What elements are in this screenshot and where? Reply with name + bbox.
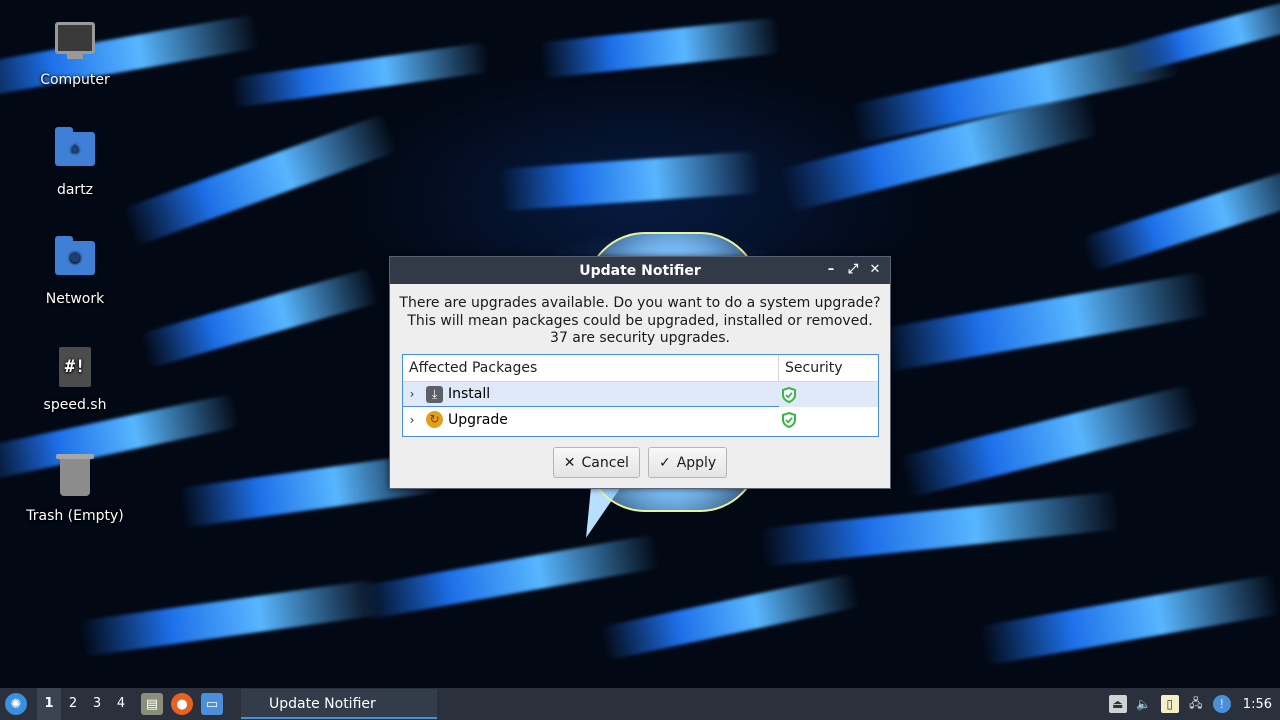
- desktop-icon: ▭: [205, 696, 219, 712]
- desktop-switch-2[interactable]: 2: [61, 688, 85, 720]
- maximize-button[interactable]: ⤢: [844, 261, 862, 279]
- file-manager-launcher[interactable]: ▤: [141, 693, 163, 715]
- task-update-notifier[interactable]: Update Notifier: [241, 689, 437, 719]
- trash-icon: [53, 454, 97, 502]
- network-folder-icon: ●: [53, 236, 97, 285]
- dialog-message: There are upgrades available. Do you wan…: [390, 284, 890, 348]
- expander-icon[interactable]: ›: [403, 413, 421, 427]
- file-manager-icon: ▤: [145, 696, 159, 712]
- dialog-title: Update Notifier: [579, 262, 701, 279]
- column-header-security[interactable]: Security: [779, 355, 878, 381]
- row-label: Upgrade: [448, 411, 508, 428]
- firefox-launcher[interactable]: ●: [171, 693, 193, 715]
- volume-icon[interactable]: 🔈: [1135, 695, 1153, 713]
- shield-check-icon: [782, 386, 796, 403]
- shell-script-icon: #!: [53, 347, 97, 391]
- close-icon: ✕: [869, 262, 881, 277]
- desktop-icon-speed-sh[interactable]: #! speed.sh: [15, 345, 135, 413]
- firefox-icon: ●: [176, 696, 188, 712]
- desktop-icon-computer[interactable]: Computer: [15, 18, 135, 88]
- message-line: This will mean packages could be upgrade…: [407, 312, 873, 329]
- cancel-label: Cancel: [581, 454, 629, 471]
- close-button[interactable]: ✕: [866, 261, 884, 279]
- desktop-icon-network[interactable]: ● Network: [15, 236, 135, 307]
- home-folder-icon: ⌂: [53, 127, 97, 176]
- upgrade-icon: ↻: [426, 411, 443, 428]
- desktop-icon-label: dartz: [56, 182, 94, 198]
- update-notification-icon[interactable]: !: [1212, 695, 1231, 713]
- close-icon: ✕: [563, 454, 576, 471]
- cancel-button[interactable]: ✕ Cancel: [552, 447, 640, 478]
- minimize-icon: –: [827, 262, 835, 277]
- apply-button[interactable]: ✓ Apply: [647, 447, 728, 478]
- start-menu-button[interactable]: ✺: [5, 693, 27, 715]
- minimize-button[interactable]: –: [822, 261, 840, 279]
- desktop-icon-dartz[interactable]: ⌂ dartz: [15, 127, 135, 198]
- desktop-switch-4[interactable]: 4: [109, 688, 133, 720]
- row-label: Install: [448, 386, 491, 402]
- checkmark-icon: ✓: [658, 454, 671, 471]
- apply-label: Apply: [676, 454, 717, 471]
- taskbar: ✺ 1 2 3 4 ▤ ● ▭ Update Notifier ⏏ 🔈 ▯ 🖧 …: [0, 688, 1280, 720]
- lubuntu-logo-icon: ✺: [10, 696, 22, 712]
- shield-check-icon: [782, 411, 796, 428]
- maximize-icon: ⤢: [847, 262, 859, 277]
- clipboard-icon[interactable]: ▯: [1160, 695, 1179, 713]
- desktop-icon-label: Network: [45, 291, 105, 307]
- affected-packages-tree[interactable]: Affected Packages Security › ⤓ Install ›…: [402, 354, 879, 437]
- desktop-icon-label: Trash (Empty): [26, 508, 124, 524]
- desktop-switch-1[interactable]: 1: [37, 688, 61, 720]
- clock[interactable]: 1:56: [1243, 697, 1272, 712]
- network-tray-icon[interactable]: 🖧: [1187, 695, 1205, 713]
- message-line: 37 are security upgrades.: [550, 330, 730, 346]
- column-header-packages[interactable]: Affected Packages: [403, 355, 779, 381]
- message-line: There are upgrades available. Do you wan…: [399, 295, 881, 311]
- desktop-switch-3[interactable]: 3: [85, 688, 109, 720]
- update-notifier-dialog: Update Notifier – ⤢ ✕ There are upgrades…: [389, 256, 891, 489]
- desktop-icon-label: Computer: [40, 72, 110, 88]
- tree-row-upgrade[interactable]: › ↻ Upgrade: [403, 407, 878, 432]
- computer-icon: [53, 22, 97, 66]
- tree-row-install[interactable]: › ⤓ Install: [403, 382, 878, 407]
- expander-icon[interactable]: ›: [403, 387, 421, 401]
- show-desktop-launcher[interactable]: ▭: [201, 693, 223, 715]
- eject-icon[interactable]: ⏏: [1108, 695, 1127, 713]
- desktop-icon-trash[interactable]: Trash (Empty): [15, 454, 135, 524]
- tree-header: Affected Packages Security: [403, 355, 878, 382]
- desktop-icon-label: speed.sh: [43, 397, 107, 413]
- system-tray: ⏏ 🔈 ▯ 🖧 ! 1:56: [1108, 695, 1280, 713]
- download-icon: ⤓: [426, 385, 443, 403]
- dialog-titlebar[interactable]: Update Notifier – ⤢ ✕: [390, 257, 890, 284]
